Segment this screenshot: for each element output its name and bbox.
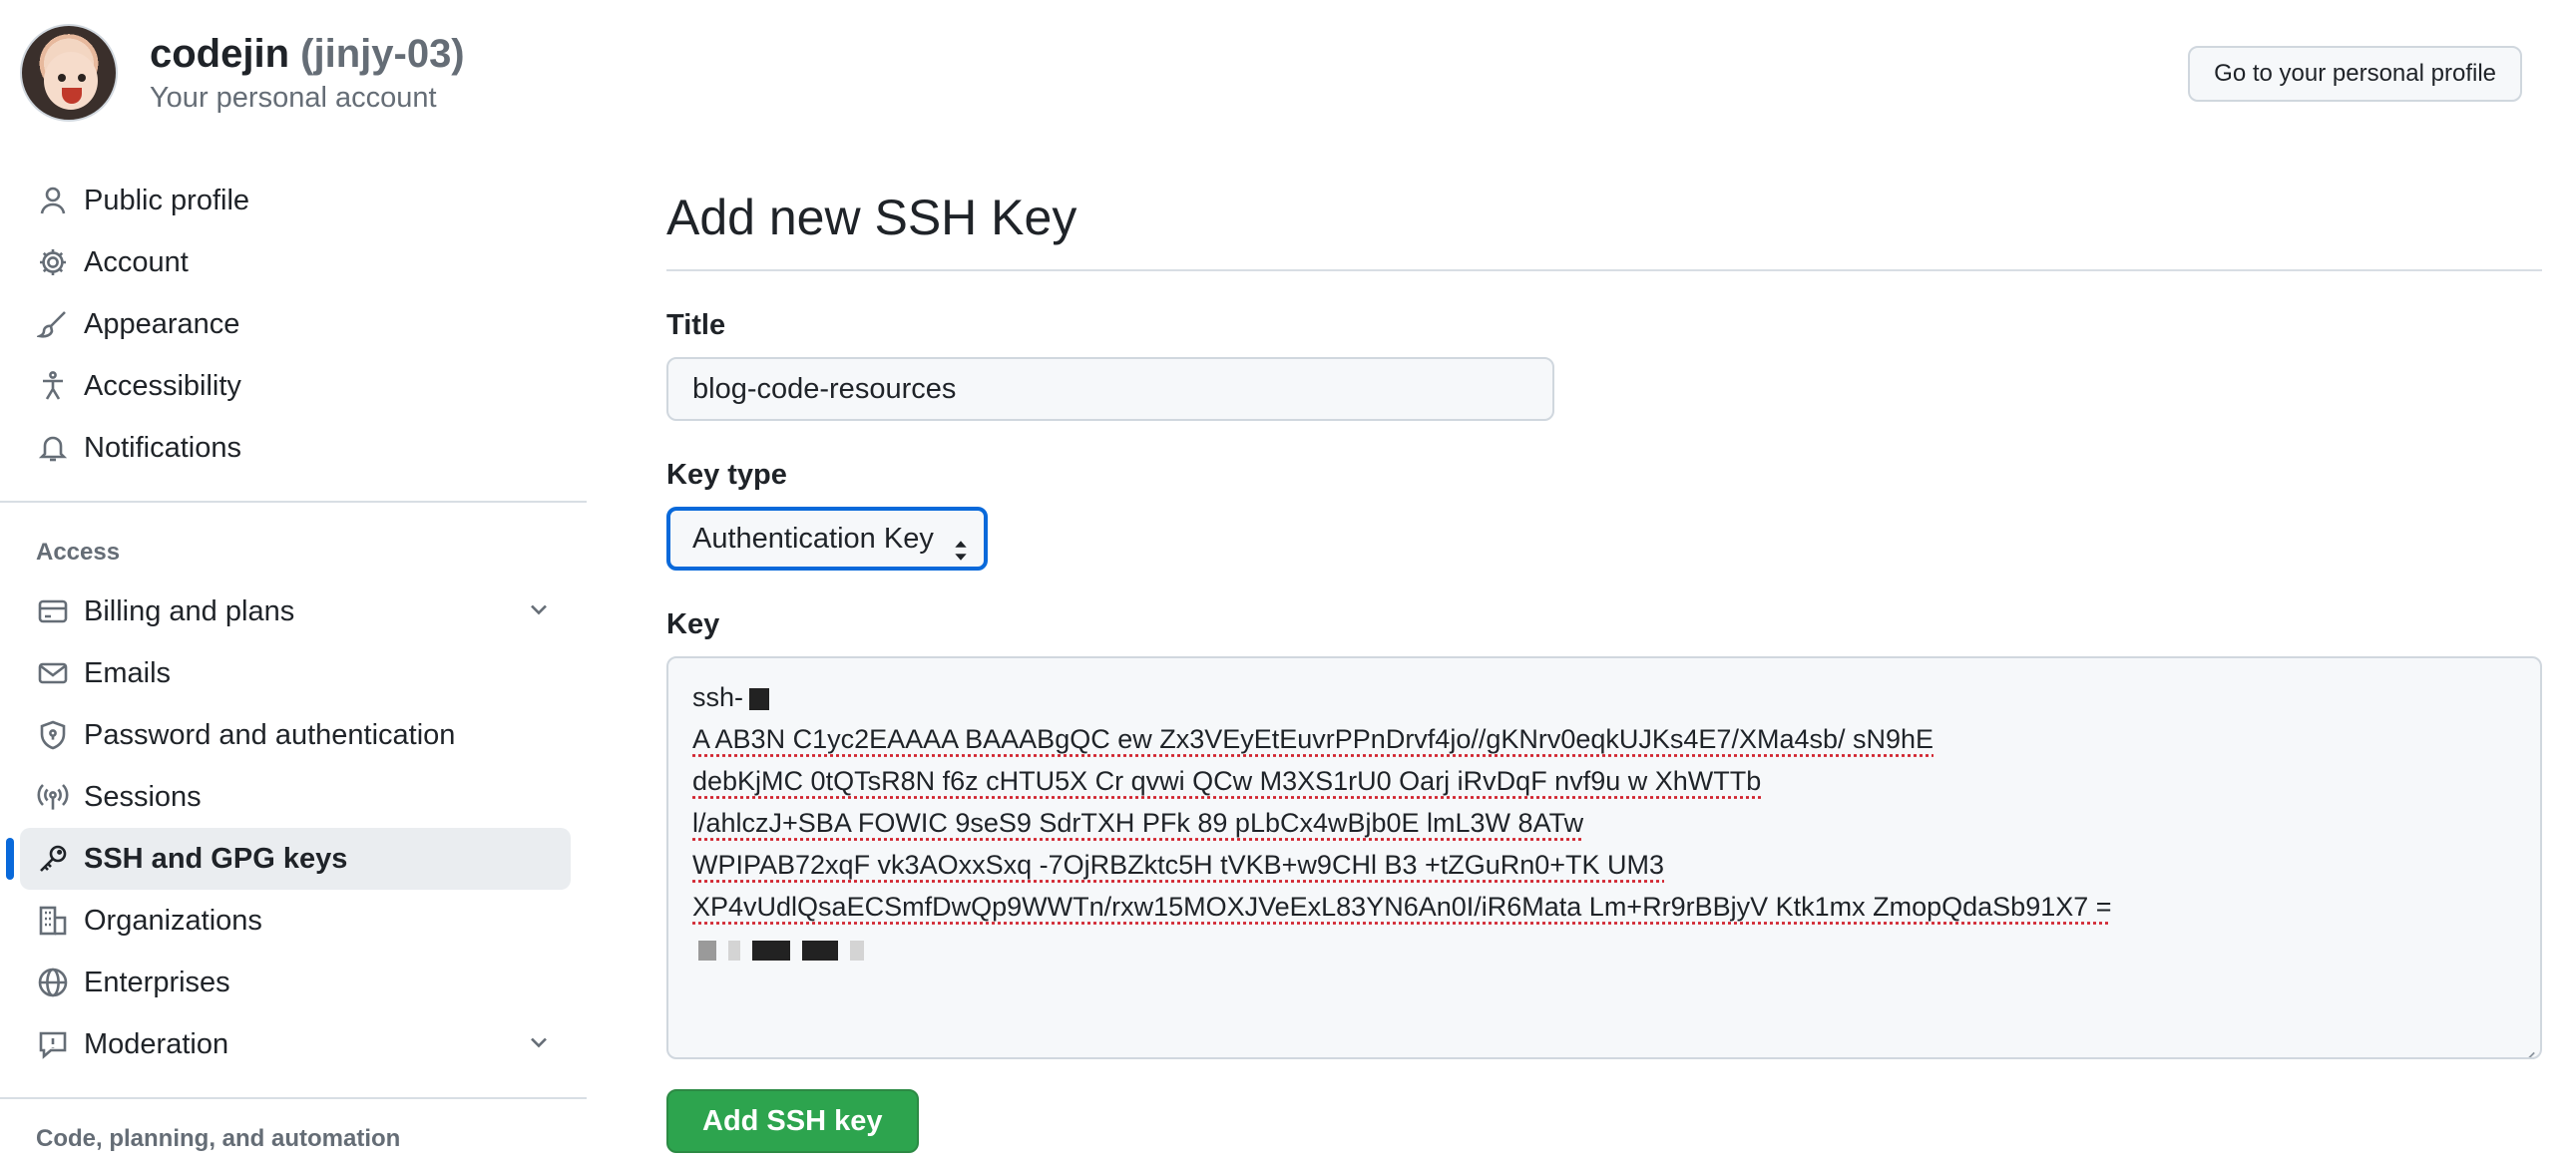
person-icon — [36, 184, 70, 217]
key-text-line: l/ahlczJ+SBA FOWIC 9seS9 SdrTXH PFk 89 p… — [692, 808, 1584, 838]
sidebar-item-moderation[interactable]: Moderation — [20, 1013, 571, 1075]
title-divider — [666, 269, 2542, 271]
key-text-line: debKjMC 0tQTsR8N f6z cHTU5X Cr qvwi QCw … — [692, 766, 1762, 796]
sidebar-item-label: Sessions — [84, 780, 202, 813]
resize-handle-icon[interactable] — [2518, 1035, 2536, 1057]
sidebar-divider — [0, 501, 587, 503]
key-text-line: WPIPAB72xqF vk3AOxxSxq -7OjRBZktc5H tVKB… — [692, 850, 1665, 880]
title-input[interactable] — [666, 357, 1554, 421]
sidebar-item-appearance[interactable]: Appearance — [20, 293, 571, 355]
sidebar-item-public-profile[interactable]: Public profile — [20, 170, 571, 231]
sidebar-item-label: Notifications — [84, 431, 241, 464]
account-info: codejin (jinjy-03) Your personal account — [150, 29, 465, 117]
sidebar-item-label: Emails — [84, 656, 172, 689]
sidebar-item-label: Appearance — [84, 307, 240, 340]
mail-icon — [36, 656, 70, 690]
paintbrush-icon — [36, 307, 70, 341]
sidebar-item-label: SSH and GPG keys — [84, 842, 348, 875]
bell-icon — [36, 431, 70, 465]
sidebar-item-sessions[interactable]: Sessions — [20, 766, 571, 828]
key-textarea[interactable]: ssh- A AB3N C1yc2EAAAA BAAABgQC ew Zx3VE… — [666, 656, 2542, 1059]
settings-page: codejin (jinjy-03) Your personal account… — [0, 0, 2576, 1167]
sidebar-item-label: Organizations — [84, 904, 262, 937]
sidebar-item-label: Enterprises — [84, 966, 230, 998]
key-text-line: ssh- — [692, 676, 2516, 718]
key-text-line: XP4vUdlQsaECSmfDwQp9WWTn/rxw15MOXJVeExL8… — [692, 892, 2112, 922]
key-text-line: A AB3N C1yc2EAAAA BAAABgQC ew Zx3VEyEtEu… — [692, 724, 1934, 754]
key-type-value: Authentication Key — [692, 523, 934, 555]
sidebar-item-billing[interactable]: Billing and plans — [20, 581, 571, 642]
account-header: codejin (jinjy-03) Your personal account — [20, 24, 465, 122]
sidebar-item-account[interactable]: Account — [20, 231, 571, 293]
key-label: Key — [666, 608, 720, 640]
user-handle: (jinjy-03) — [300, 32, 465, 76]
username[interactable]: codejin — [150, 32, 289, 76]
sidebar-item-label: Accessibility — [84, 369, 241, 402]
key-type-select[interactable]: Authentication Key — [666, 507, 988, 571]
key-text-line — [692, 928, 2516, 970]
select-arrows-icon — [952, 527, 970, 583]
page-title: Add new SSH Key — [666, 190, 1077, 245]
sidebar-item-notifications[interactable]: Notifications — [20, 417, 571, 479]
sidebar-item-organizations[interactable]: Organizations — [20, 890, 571, 952]
sidebar-section-code: Code, planning, and automation — [36, 1125, 401, 1152]
sidebar-item-accessibility[interactable]: Accessibility — [20, 355, 571, 417]
report-icon — [36, 1027, 70, 1061]
globe-icon — [36, 966, 70, 999]
key-icon — [36, 842, 70, 876]
sidebar-item-label: Billing and plans — [84, 594, 295, 627]
sidebar-item-label: Account — [84, 245, 189, 278]
sidebar-item-password[interactable]: Password and authentication — [20, 704, 571, 766]
avatar[interactable] — [20, 24, 118, 122]
sidebar-item-label: Password and authentication — [84, 718, 456, 751]
sidebar-item-emails[interactable]: Emails — [20, 642, 571, 704]
sidebar-item-enterprises[interactable]: Enterprises — [20, 952, 571, 1013]
credit-card-icon — [36, 594, 70, 628]
chevron-down-icon[interactable] — [525, 595, 553, 631]
organization-icon — [36, 904, 70, 938]
account-name: codejin (jinjy-03) — [150, 29, 465, 79]
add-ssh-key-button[interactable]: Add SSH key — [666, 1089, 919, 1153]
settings-sidebar: Public profile Account Appearance Access… — [0, 170, 587, 1167]
sidebar-item-ssh-gpg-keys[interactable]: SSH and GPG keys — [6, 828, 571, 890]
sidebar-item-label: Public profile — [84, 184, 250, 216]
chevron-down-icon[interactable] — [525, 1028, 553, 1064]
sidebar-item-label: Moderation — [84, 1027, 229, 1060]
account-subtitle: Your personal account — [150, 82, 437, 114]
key-type-label: Key type — [666, 459, 787, 491]
sidebar-section-access: Access — [36, 539, 121, 566]
title-label: Title — [666, 309, 726, 341]
main-content: Add new SSH Key Title Key type Authentic… — [666, 170, 2542, 1153]
shield-icon — [36, 718, 70, 752]
gear-icon — [36, 245, 70, 279]
accessibility-icon — [36, 369, 70, 403]
go-to-profile-button[interactable]: Go to your personal profile — [2188, 46, 2522, 102]
sidebar-divider — [0, 1097, 587, 1099]
broadcast-icon — [36, 780, 70, 814]
